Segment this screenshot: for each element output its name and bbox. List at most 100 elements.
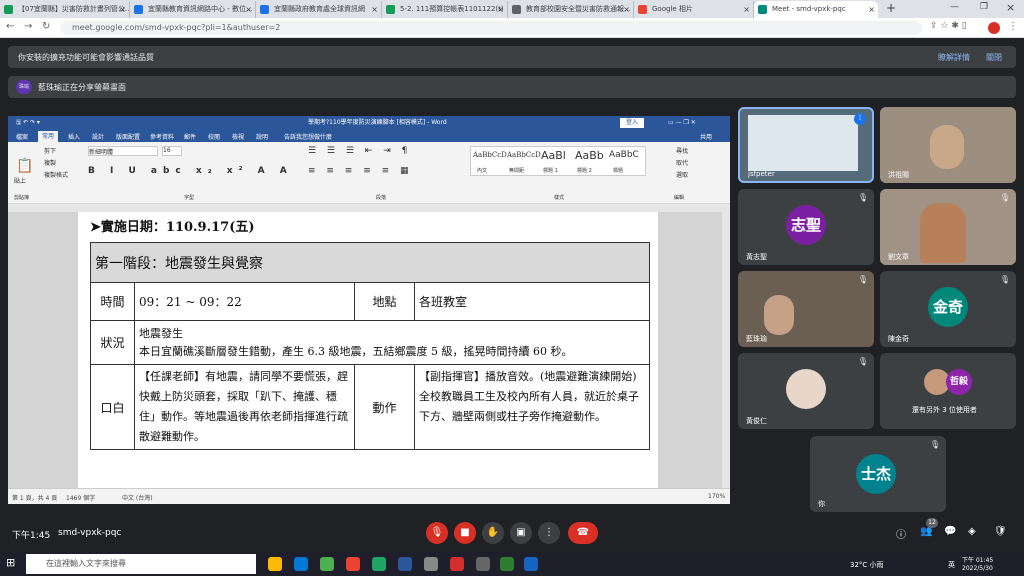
window-controls: ▭ — ❐ ✕ — [668, 119, 696, 126]
avatar — [786, 369, 826, 409]
dismiss-link[interactable]: 關閉 — [986, 52, 1002, 63]
browser-tab-active[interactable]: Meet - smd-vpxk-pqc × — [754, 1, 878, 18]
align-buttons: ≡ ≡ ≡ ≡ ≡ ▦ — [308, 166, 413, 176]
close-icon[interactable]: × — [119, 1, 126, 18]
window-close-button[interactable]: × — [1006, 1, 1015, 14]
mic-off-icon: 🎙 — [929, 440, 940, 449]
excel-icon[interactable] — [372, 557, 386, 571]
camera-toggle-button[interactable]: ■ — [454, 522, 476, 544]
host-controls-icon[interactable]: 🛡 — [994, 526, 1007, 537]
place-value: 各班教室 — [414, 282, 650, 321]
meet-icon — [758, 5, 767, 14]
edge-icon[interactable] — [294, 557, 308, 571]
avatar[interactable] — [988, 22, 1000, 34]
info-icon[interactable]: ⓘ — [896, 526, 906, 541]
ribbon-tab: 插入 — [68, 134, 81, 141]
present-button[interactable]: ▣ — [510, 522, 532, 544]
extension-icons[interactable]: ⇪ ☆ ✱ ▯ — [930, 21, 967, 31]
taskbar-search-input[interactable]: 在這裡輸入文字來搜尋 — [26, 554, 256, 574]
participant-tile[interactable]: ⁞ jsfpeter — [738, 107, 874, 183]
participant-name: jsfpeter — [748, 170, 775, 178]
presenting-banner: 珠瑜 藍珠瑜正在分享螢幕畫面 — [8, 76, 1016, 98]
word-status-bar: 第 1 頁，共 4 頁 1469 個字 中文 (台灣) 170% — [8, 488, 730, 504]
ie-icon[interactable] — [524, 557, 538, 571]
maximize-button[interactable]: ❐ — [980, 2, 988, 12]
video-feed — [764, 295, 794, 335]
participant-tile[interactable]: 🎙 藍珠瑜 — [738, 271, 874, 347]
leave-call-button[interactable]: ☎ — [568, 522, 598, 544]
save-icon: 🖫 ↶ ↷ ▾ — [16, 119, 40, 126]
participant-tile[interactable]: 🎙 劉文章 — [880, 189, 1016, 265]
browser-tab[interactable]: 【07宜蘭縣】災害防救計畫列管公... × — [0, 1, 130, 18]
url-input[interactable]: meet.google.com/smd-vpxk-pqc?pli=1&authu… — [60, 21, 922, 35]
drill-table: 第一階段：地震發生與覺察 時間 09：21 ~ 09：22 地點 各班教室 狀況… — [90, 242, 650, 450]
chrome-icon[interactable] — [346, 557, 360, 571]
participant-name: 洪祖賜 — [888, 171, 909, 179]
ime-indicator[interactable]: 英 — [948, 560, 955, 570]
forward-arrow-icon[interactable]: → — [24, 21, 32, 32]
size-select: 16 — [162, 146, 182, 156]
document-page: ➤實施日期：110.9.17(五) 第一階段：地震發生與覺察 時間 09：21 … — [78, 212, 658, 488]
browser-tab[interactable]: 宜蘭縣教育資訊網路中心 - 數位... × — [130, 1, 256, 18]
participant-count-badge: 12 — [926, 518, 938, 528]
ribbon-tab: 說明 — [256, 134, 269, 141]
menu-icon[interactable]: ⋮ — [1008, 21, 1018, 32]
back-arrow-icon[interactable]: ← — [6, 21, 14, 32]
meeting-time: 下午1:45 — [12, 531, 51, 541]
clock-time[interactable]: 下午 01:45 — [962, 555, 993, 564]
new-tab-button[interactable]: + — [886, 1, 896, 15]
ribbon-tab: 校閱 — [208, 134, 221, 141]
extension-warning-banner: 你安裝的擴充功能可能會影響通話品質 瞭解詳情 關閉 — [8, 46, 1016, 68]
participant-name: 黃志聖 — [746, 253, 767, 261]
clock-date[interactable]: 2022/5/30 — [962, 565, 993, 572]
chrome-icon[interactable] — [320, 557, 334, 571]
minimize-button[interactable]: — — [950, 2, 959, 12]
close-icon[interactable]: × — [743, 1, 750, 18]
close-icon[interactable]: × — [371, 1, 378, 18]
self-tile[interactable]: 士杰 🎙 你 — [810, 436, 946, 512]
photos-icon — [638, 5, 647, 14]
browser-tab[interactable]: 5-2. 111預算控帳表1101122(t) × — [382, 1, 508, 18]
date-line: ➤實施日期：110.9.17(五) — [90, 220, 255, 235]
more-options-button[interactable]: ⋮ — [538, 522, 560, 544]
browser-tab[interactable]: 教育部校園安全暨災害防救通報... × — [508, 1, 634, 18]
close-icon[interactable]: × — [868, 1, 875, 18]
participant-tile[interactable]: 金奇 🎙 陳金奇 — [880, 271, 1016, 347]
ruler — [8, 204, 730, 212]
windows-start-icon[interactable]: ⊞ — [6, 556, 15, 569]
raise-hand-button[interactable]: ✋ — [482, 522, 504, 544]
chat-icon[interactable]: 💬 — [944, 526, 956, 537]
participant-tile[interactable]: 🎙 黃俊仁 — [738, 353, 874, 429]
app-icon[interactable] — [424, 557, 438, 571]
share-button: 共用 — [700, 134, 713, 141]
browser-tab[interactable]: Google 相片 × — [634, 1, 754, 18]
mic-off-icon: 🎙 — [857, 357, 868, 366]
word-icon[interactable] — [398, 557, 412, 571]
page-icon — [134, 5, 143, 14]
line-icon[interactable] — [500, 557, 514, 571]
close-icon[interactable]: × — [245, 1, 252, 18]
browser-tab[interactable]: 宜蘭縣政府教育處全球資訊網 × — [256, 1, 382, 18]
activities-icon[interactable]: ◈ — [968, 526, 976, 537]
weather-widget[interactable]: 32°C 小雨 — [850, 560, 884, 570]
close-icon[interactable]: × — [497, 1, 504, 18]
document-area: ➤實施日期：110.9.17(五) 第一階段：地震發生與覺察 時間 09：21 … — [8, 212, 722, 488]
paste-icon: 📋 — [16, 158, 34, 174]
ribbon-tab: 郵件 — [184, 134, 197, 141]
app-icon[interactable] — [476, 557, 490, 571]
file-explorer-icon[interactable] — [268, 557, 282, 571]
acrobat-icon[interactable] — [450, 557, 464, 571]
close-icon[interactable]: × — [623, 1, 630, 18]
font-select: 新細明體 — [88, 146, 158, 156]
word-ribbon: 📋 貼上 剪下 複製 複製格式 新細明體 16 B I U abc x₂ x² … — [8, 142, 730, 204]
styles-gallery: AaBbCcD AaBbCcD AaBl AaBb AaBbC 內文 無間距 標… — [470, 146, 646, 176]
mic-toggle-button[interactable]: 🎙 — [426, 522, 448, 544]
speaking-icon: ⁞ — [854, 113, 866, 125]
ribbon-tab: 檔案 — [16, 134, 29, 141]
reload-icon[interactable]: ↻ — [42, 21, 50, 32]
participant-tile[interactable]: 洪祖賜 — [880, 107, 1016, 183]
learn-more-link[interactable]: 瞭解詳情 — [938, 52, 970, 63]
ribbon-tab: 設計 — [92, 134, 105, 141]
participant-tile[interactable]: 志聖 🎙 黃志聖 — [738, 189, 874, 265]
more-participants-tile[interactable]: 哲毅 還有另外 3 位使用者 — [880, 353, 1016, 429]
